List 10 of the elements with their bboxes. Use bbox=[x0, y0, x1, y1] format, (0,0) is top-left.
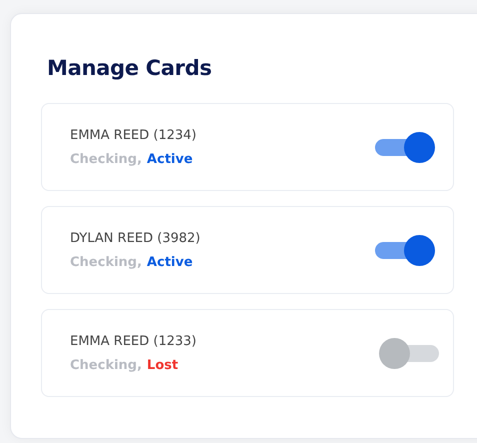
account-type: Checking, bbox=[70, 358, 142, 372]
page-title: Manage Cards bbox=[47, 56, 212, 80]
account-type: Checking, bbox=[70, 152, 142, 166]
card-status: Active bbox=[146, 254, 193, 270]
card-status: Active bbox=[146, 152, 193, 166]
cardholder-name: DYLAN REED (3982) bbox=[70, 230, 202, 246]
cardholder-name: EMMA REED (1234) bbox=[70, 128, 198, 142]
cardholder-name: EMMA REED (1233) bbox=[70, 334, 198, 348]
account-type: Checking, bbox=[70, 254, 142, 270]
card-status: Lost bbox=[146, 358, 178, 372]
